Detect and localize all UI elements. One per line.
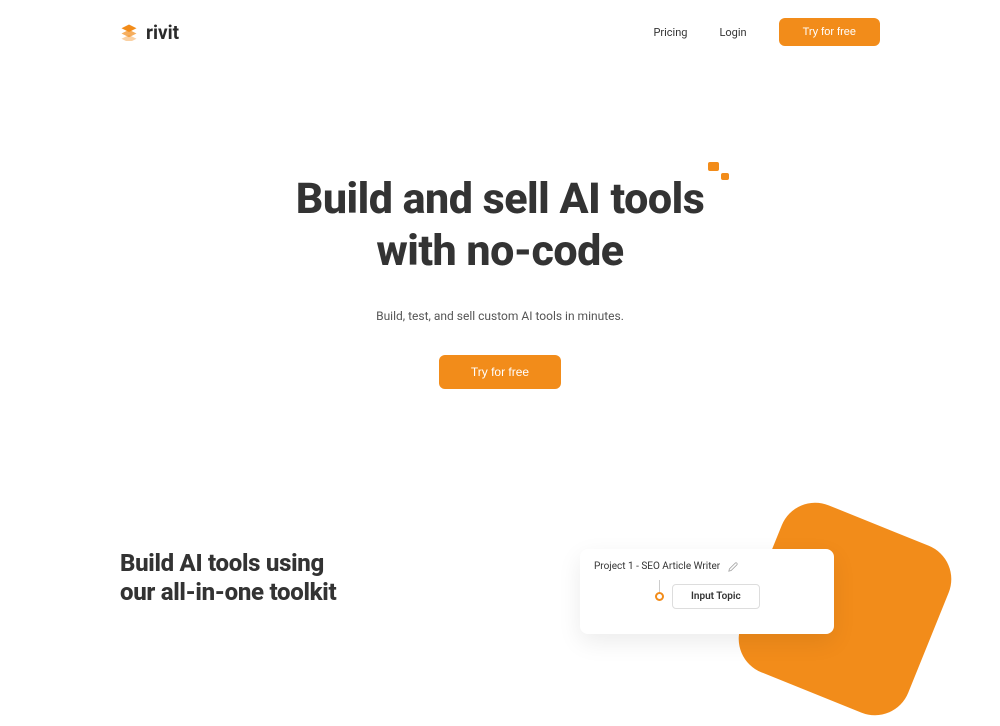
section-toolkit-title-line1: Build AI tools using (120, 549, 324, 577)
hero-cta-button[interactable]: Try for free (439, 355, 561, 389)
logo-text: rivit (146, 21, 179, 44)
preview-card: Project 1 - SEO Article Writer Input Top… (580, 549, 834, 634)
hero-title-line1: Build and sell AI tools (296, 174, 705, 224)
nav-login[interactable]: Login (719, 26, 746, 39)
edit-icon[interactable] (728, 562, 738, 572)
flow-node-dot (655, 592, 664, 601)
logo-icon (120, 23, 138, 41)
section-toolkit: Build AI tools using our all-in-one tool… (120, 549, 880, 634)
hero-subtitle: Build, test, and sell custom AI tools in… (0, 309, 1000, 323)
section-toolkit-title: Build AI tools using our all-in-one tool… (120, 549, 336, 607)
hero-title-line2: with no-code (376, 226, 623, 276)
flow-node[interactable]: Input Topic (672, 584, 760, 609)
header: rivit Pricing Login Try for free (120, 0, 880, 64)
nav-cta-button[interactable]: Try for free (779, 18, 880, 46)
hero-cta: Try for free (0, 355, 1000, 389)
flow-area: Input Topic (594, 582, 820, 622)
nav-pricing[interactable]: Pricing (653, 26, 687, 39)
preview-header: Project 1 - SEO Article Writer (594, 561, 820, 582)
section-toolkit-title-line2: our all-in-one toolkit (120, 578, 336, 606)
nav: Pricing Login Try for free (653, 18, 880, 46)
hero: Build and sell AI tools with no-code Bui… (0, 174, 1000, 389)
logo[interactable]: rivit (120, 21, 179, 44)
hero-title: Build and sell AI tools with no-code (296, 174, 705, 277)
preview-wrap: Project 1 - SEO Article Writer Input Top… (580, 549, 880, 634)
accent-squares-icon (708, 162, 732, 182)
